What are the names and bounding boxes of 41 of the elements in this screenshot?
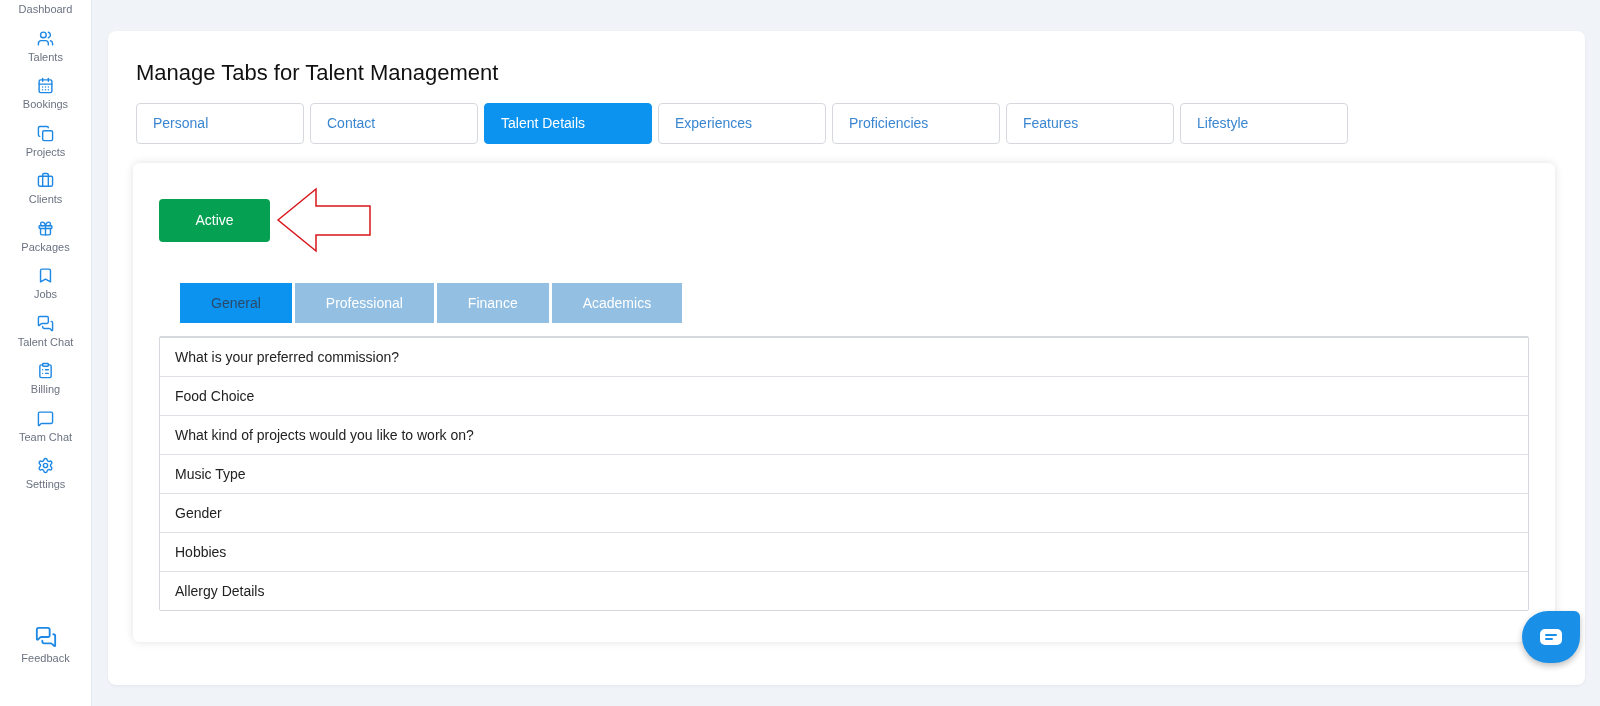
question-row[interactable]: What kind of projects would you like to work on?: [160, 415, 1528, 454]
sidebar-item[interactable]: Billing: [30, 362, 61, 398]
sidebar-item[interactable]: Bookings: [22, 77, 69, 113]
chat-bubbles-icon: [34, 626, 57, 648]
tab[interactable]: Talent Details: [484, 103, 652, 144]
briefcase-icon: [37, 172, 54, 189]
sidebar-item[interactable]: Clients: [28, 172, 63, 208]
sidebar-item[interactable]: Packages: [21, 219, 70, 255]
tab[interactable]: Features: [1006, 103, 1174, 144]
people-icon: [37, 29, 54, 47]
sidebar-item[interactable]: Talents: [28, 29, 63, 65]
message-icon: [1540, 629, 1562, 645]
chat-bubble-icon: [37, 409, 54, 427]
sidebar-item[interactable]: Team Chat: [18, 409, 73, 445]
settings-icon: [37, 457, 54, 474]
clipboard-icon: [37, 362, 54, 379]
copy-icon: [37, 124, 54, 142]
sidebar-item[interactable]: Feedback: [21, 626, 70, 667]
sidebar-item[interactable]: Settings: [25, 457, 66, 493]
question-row[interactable]: Hobbies: [160, 532, 1528, 571]
active-button[interactable]: Active: [159, 198, 270, 242]
calendar-icon: [37, 77, 54, 94]
sidebar-item[interactable]: Projects: [25, 124, 66, 160]
tab[interactable]: Contact: [310, 103, 478, 144]
tab[interactable]: Lifestyle: [1180, 103, 1348, 144]
sidebar-item[interactable]: Dashboard: [18, 1, 73, 18]
tab[interactable]: Proficiencies: [832, 103, 1000, 144]
tab[interactable]: Personal: [136, 103, 304, 144]
sub-tab[interactable]: General: [180, 283, 292, 323]
bookmark-icon: [37, 267, 54, 284]
question-row[interactable]: What is your preferred commission?: [160, 338, 1528, 376]
question-row[interactable]: Music Type: [160, 454, 1528, 493]
question-row[interactable]: Allergy Details: [160, 571, 1528, 610]
chat-bubbles-icon: [37, 314, 54, 332]
sidebar-item[interactable]: Jobs: [33, 267, 58, 303]
gift-icon: [37, 219, 54, 237]
tab[interactable]: Experiences: [658, 103, 826, 144]
question-row[interactable]: Gender: [160, 493, 1528, 532]
sidebar-item[interactable]: Talent Chat: [17, 314, 74, 350]
page-title: Manage Tabs for Talent Management: [136, 59, 500, 87]
question-row[interactable]: Food Choice: [160, 376, 1528, 415]
